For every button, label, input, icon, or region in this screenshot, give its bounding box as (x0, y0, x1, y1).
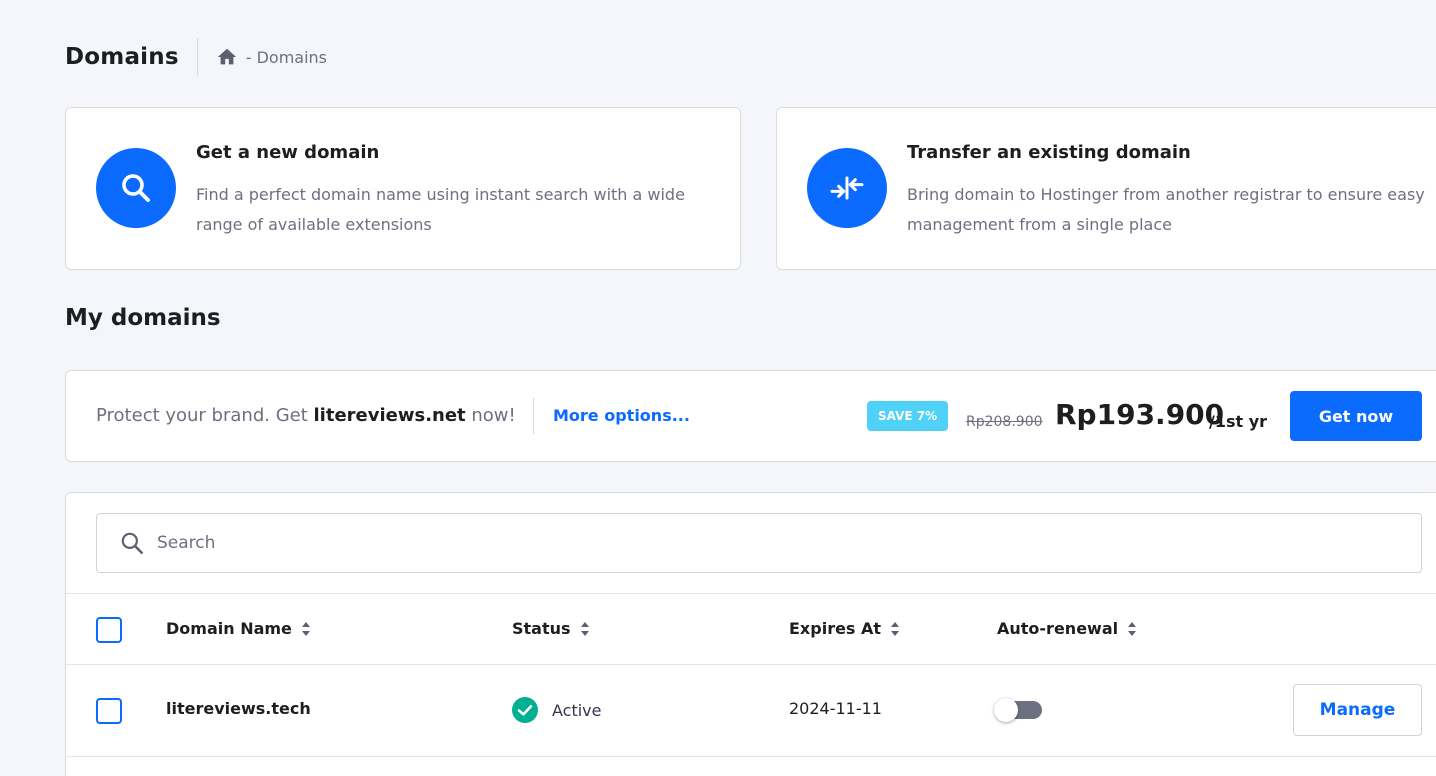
manage-button[interactable]: Manage (1293, 684, 1422, 736)
search-icon (121, 532, 144, 555)
status-label: Active (552, 700, 602, 720)
transfer-arrows-icon (807, 148, 887, 228)
column-header-label: Auto-renewal (997, 619, 1119, 638)
old-price: Rp208.900 (966, 414, 1043, 430)
row-checkbox[interactable] (96, 698, 122, 724)
breadcrumb-current: - Domains (245, 47, 328, 67)
home-icon[interactable] (216, 46, 238, 68)
auto-renewal-toggle[interactable] (994, 698, 1042, 722)
header-divider (196, 38, 198, 76)
search-box[interactable] (96, 513, 1422, 573)
status-cell: Active (512, 697, 602, 723)
sort-icon (1128, 621, 1137, 636)
transfer-domain-card[interactable]: Transfer an existing domain Bring domain… (776, 107, 1436, 270)
domain-name: litereviews.tech (166, 699, 311, 718)
card-description: Bring domain to Hostinger from another r… (907, 185, 1425, 234)
page-title: Domains (65, 44, 179, 70)
card-title: Transfer an existing domain (907, 142, 1191, 163)
column-header-label: Status (512, 619, 571, 638)
search-icon (96, 148, 176, 228)
search-input[interactable] (157, 533, 1421, 553)
card-description: Find a perfect domain name using instant… (196, 185, 685, 234)
sort-icon (301, 621, 310, 636)
breadcrumb: - Domains (216, 46, 327, 68)
promo-domain: litereviews.net (313, 405, 466, 426)
table-row: litereviews.tech Active 2024-11-11 Manag… (66, 665, 1436, 757)
sort-icon (891, 621, 900, 636)
promo-text-after: now! (465, 405, 516, 426)
column-header-expires-at[interactable]: Expires At (789, 619, 901, 638)
select-all-checkbox[interactable] (96, 617, 122, 643)
column-header-label: Domain Name (166, 619, 292, 638)
card-title: Get a new domain (196, 142, 380, 163)
check-circle-icon (512, 697, 538, 723)
expires-at: 2024-11-11 (789, 699, 882, 718)
table-header-row: Domain Name Status Expires At Auto-renew… (66, 593, 1436, 665)
new-price: Rp193.900 (1055, 398, 1225, 431)
more-options-link[interactable]: More options... (553, 406, 690, 425)
save-badge: SAVE 7% (867, 401, 949, 431)
column-header-domain-name[interactable]: Domain Name (166, 619, 312, 638)
promo-text: Protect your brand. Get litereviews.net … (96, 405, 516, 426)
promo-text-before: Protect your brand. Get (96, 405, 314, 426)
sort-icon (580, 621, 589, 636)
column-header-status[interactable]: Status (512, 619, 591, 638)
column-header-auto-renewal[interactable]: Auto-renewal (997, 619, 1138, 638)
get-now-button[interactable]: Get now (1290, 391, 1422, 441)
column-header-label: Expires At (789, 619, 882, 638)
section-title: My domains (65, 305, 221, 331)
promo-banner: Protect your brand. Get litereviews.net … (65, 370, 1436, 462)
page-header: Domains - Domains (65, 38, 327, 76)
price-period: /1st yr (1209, 412, 1268, 431)
domains-table: Domain Name Status Expires At Auto-renew… (65, 492, 1436, 776)
toggle-knob (994, 698, 1018, 722)
promo-divider (533, 398, 534, 434)
get-new-domain-card[interactable]: Get a new domain Find a perfect domain n… (65, 107, 741, 270)
